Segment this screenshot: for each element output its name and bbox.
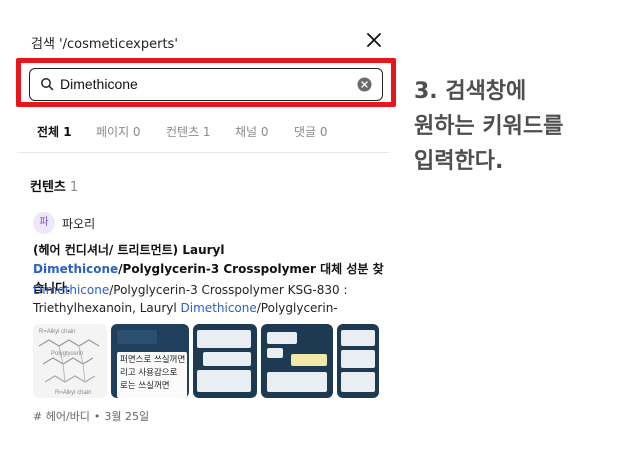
thumbnail-text-screenshot[interactable]: 퍼면스로 쓰실꺼면 리고 사용감으로 로는 쓰실꺼면 (111, 324, 189, 398)
post-tag[interactable]: # 헤어/바디 (33, 410, 90, 423)
excerpt-text: /Polyglycerin-3 Crosspolymer KSG-830 : (109, 283, 348, 297)
post-date: 3월 25일 (104, 410, 150, 423)
chat-bubble (267, 348, 283, 358)
tab-pages[interactable]: 페이지 0 (96, 123, 141, 140)
search-input[interactable] (60, 73, 350, 95)
section-title: 컨텐츠 1 (30, 176, 78, 195)
annotation-line: 입력한다. (414, 149, 504, 174)
search-header-title: 검색 '/cosmeticexperts' (31, 37, 178, 52)
chat-bubble (267, 332, 297, 344)
structure-label: R=Alkyl chain (39, 329, 76, 335)
excerpt-text: /Polyglycerin- (256, 301, 338, 315)
thumb-text-line: 리고 사용감으로 (120, 368, 178, 378)
structure-label: R=Alkyl chain (55, 390, 92, 396)
thumb-text-line: 로는 쓰실꺼면 (120, 381, 170, 391)
structure-label: Polyglycerin (51, 351, 83, 357)
chat-bubble (341, 350, 375, 368)
thumbnail-chat-screenshot[interactable] (261, 324, 333, 398)
tab-channels[interactable]: 채널 0 (235, 123, 269, 140)
instruction-annotation: 3. 검색창에 원하는 키워드를 입력한다. (414, 74, 619, 179)
clear-icon[interactable] (357, 77, 372, 92)
post-meta: # 헤어/바디 • 3월 25일 (33, 408, 149, 424)
tabs-divider (17, 152, 389, 153)
section-title-label: 컨텐츠 (30, 180, 66, 195)
excerpt-text: Triethylhexanoin, Lauryl (33, 301, 181, 315)
thumbnail-chat-screenshot[interactable] (193, 324, 257, 398)
thumbnail-chat-screenshot[interactable] (337, 324, 379, 398)
chat-bubble (267, 372, 327, 392)
tab-comments[interactable]: 댓글 0 (294, 123, 328, 140)
search-icon (41, 78, 54, 91)
tab-all[interactable]: 전체 1 (37, 123, 72, 140)
post-excerpt-line: Triethylhexanoin, Lauryl Dimethicone/Pol… (33, 299, 385, 317)
chat-bubble (197, 330, 251, 348)
excerpt-keyword: Dimethicone (180, 301, 257, 315)
post-thumbnails: R=Alkyl chain Polyglycerin R=Alkyl chain… (33, 324, 379, 398)
chat-bubble (341, 330, 375, 346)
thumb-header (117, 330, 157, 344)
thumb-text-line: 퍼면스로 쓰실꺼면 (120, 355, 186, 365)
chat-bubble (197, 370, 251, 392)
annotation-line: 3. 검색창에 (414, 79, 527, 104)
meta-separator: • (93, 410, 101, 423)
excerpt-keyword: Dimethicone (33, 283, 110, 297)
search-box[interactable] (29, 68, 383, 101)
close-icon[interactable] (365, 31, 383, 49)
section-count: 1 (69, 180, 79, 195)
search-header: 검색 '/cosmeticexperts' (15, 31, 385, 52)
post-title-part: (헤어 컨디셔너/ 트리트먼트) Lauryl (33, 243, 225, 257)
chemical-structure-image: R=Alkyl chain Polyglycerin R=Alkyl chain (38, 329, 100, 396)
chat-bubble (291, 354, 327, 366)
chat-bubble (341, 372, 375, 392)
annotation-line: 원하는 키워드를 (414, 114, 564, 139)
avatar: 파 (33, 212, 55, 234)
post-excerpt[interactable]: Dimethicone/Polyglycerin-3 Crosspolymer … (33, 281, 385, 317)
tab-contents[interactable]: 컨텐츠 1 (166, 123, 211, 140)
thumbnail-structure-diagram[interactable]: R=Alkyl chain Polyglycerin R=Alkyl chain (33, 324, 107, 398)
post-excerpt-line: Dimethicone/Polyglycerin-3 Crosspolymer … (33, 281, 385, 299)
author-name[interactable]: 파오리 (62, 215, 95, 232)
post-title-keyword: Dimethicone (33, 262, 119, 276)
thumb-text-block: 퍼면스로 쓰실꺼면 리고 사용감으로 로는 쓰실꺼면 (117, 352, 187, 398)
chat-bubble (203, 352, 251, 366)
